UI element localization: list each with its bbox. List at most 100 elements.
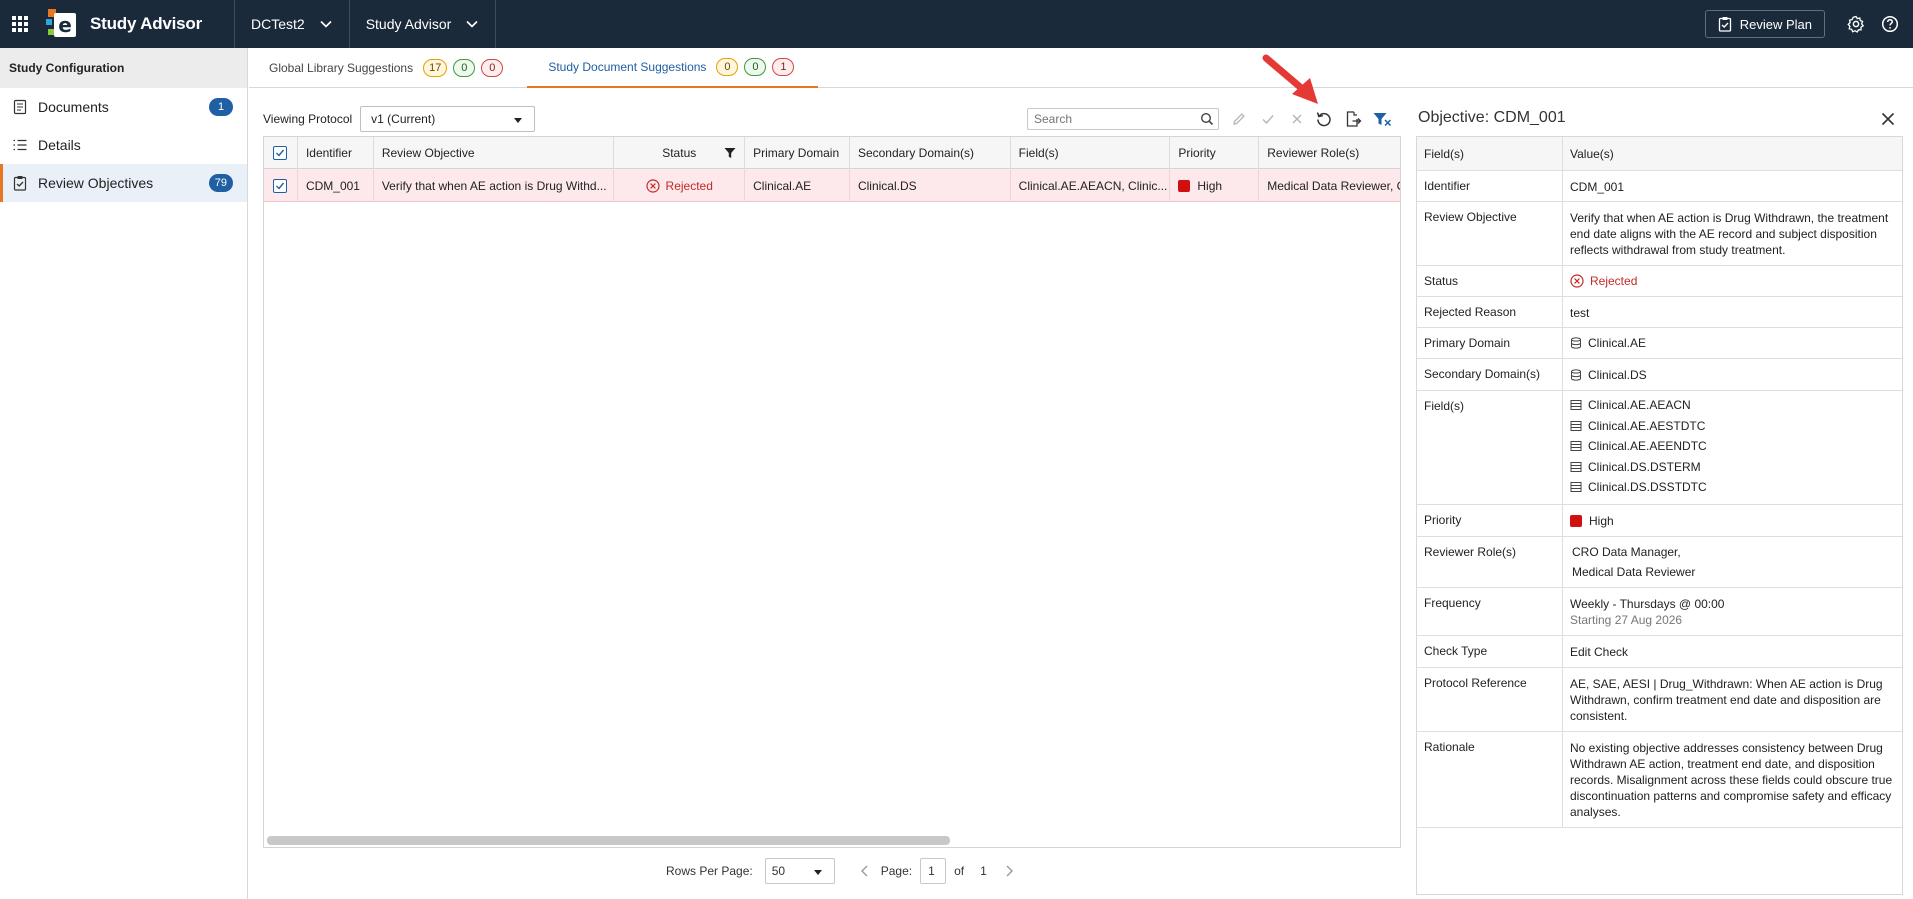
apps-grid-icon[interactable] [0,0,40,48]
column-header-reviewer-roles[interactable]: Reviewer Role(s) [1259,137,1400,169]
table-row[interactable]: CDM_001 Verify that when AE action is Dr… [264,169,1400,202]
previous-page-chevron-icon[interactable] [855,858,875,884]
sidebar-item-review-objectives[interactable]: Review Objectives 79 [0,164,247,202]
pending-count-badge: 17 [423,59,448,77]
clipboard-check-icon [13,176,27,191]
table-icon [1570,441,1582,452]
sidebar: Study Configuration Documents 1 Details … [0,48,248,899]
review-objectives-count-badge: 79 [208,174,233,192]
detail-row-identifier: Identifier CDM_001 [1417,171,1902,202]
detail-key: Frequency [1417,588,1563,635]
rejected-count-badge: 1 [772,58,795,76]
search-icon[interactable] [1200,112,1214,126]
sidebar-item-documents[interactable]: Documents 1 [0,88,247,126]
tab-study-document-suggestions[interactable]: Study Document Suggestions 0 0 1 [527,48,819,88]
detail-row-check-type: Check Type Edit Check [1417,636,1902,668]
field-name: Clinical.DS.DSTERM [1588,459,1701,474]
sidebar-header: Study Configuration [0,48,247,88]
tab-global-library-suggestions[interactable]: Global Library Suggestions 17 0 0 [249,48,527,88]
database-icon [1571,368,1581,381]
column-header-fields[interactable]: Field(s) [1011,137,1171,169]
cell-secondary-domain: Clinical.DS [850,169,1011,202]
table-icon [1570,400,1582,411]
priority-label: High [1197,178,1223,193]
module-dropdown[interactable]: Study Advisor [350,0,496,48]
objectives-grid: Identifier Review Objective Status Prima… [263,136,1401,848]
column-header-priority[interactable]: Priority [1170,137,1260,169]
table-icon [1570,482,1582,493]
detail-key: Identifier [1417,171,1563,201]
cell-reviewer-roles: Medical Data Reviewer, CR [1267,178,1400,193]
accept-check-icon[interactable] [1257,108,1279,130]
rows-per-page-select[interactable]: 50 [764,858,835,884]
cell-review-objective: Verify that when AE action is Drug Withd… [374,169,615,202]
app-logo: e [46,9,76,39]
detail-key: Field(s) [1417,391,1563,504]
priority-high-square-icon [1178,179,1191,192]
detail-value: AE, SAE, AESI | Drug_Withdrawn: When AE … [1570,677,1883,723]
select-all-checkbox[interactable] [273,146,288,160]
column-header-status[interactable]: Status [614,137,746,169]
detail-table: Field(s) Value(s) Identifier CDM_001 Rev… [1416,136,1903,895]
study-dropdown-label: DCTest2 [251,16,305,32]
detail-value: Rejected [1563,266,1902,296]
cell-identifier: CDM_001 [298,169,374,202]
review-plan-button[interactable]: Review Plan [1704,10,1825,38]
detail-key: Status [1417,266,1563,296]
sidebar-item-label: Documents [38,99,109,115]
detail-header-value: Value(s) [1570,146,1614,161]
search-input[interactable] [1034,112,1194,126]
export-file-icon[interactable] [1342,108,1364,130]
sidebar-item-details[interactable]: Details [0,126,247,164]
column-header-status-label: Status [662,146,697,160]
detail-row-status: Status Rejected [1417,266,1902,297]
select-all-checkbox-cell[interactable] [264,137,298,169]
table-icon [1570,420,1582,431]
objective-detail-panel: Objective: CDM_001 Field(s) Value(s) Ide… [1416,100,1903,895]
detail-value: High [1563,505,1902,536]
column-header-secondary-domain[interactable]: Secondary Domain(s) [850,137,1011,169]
column-filter-icon[interactable] [724,147,736,159]
viewing-protocol-select[interactable]: v1 (Current) [360,106,536,132]
frequency-value: Weekly - Thursdays @ 00:00 [1570,597,1725,611]
total-pages: 1 [980,864,987,878]
settings-gear-icon[interactable] [1839,0,1873,48]
viewing-protocol-value: v1 (Current) [371,112,436,126]
app-title: Study Advisor [90,14,203,33]
field-item: Clinical.AE.AESTDTC [1570,416,1895,437]
row-checkbox[interactable] [273,178,288,193]
page-number-input[interactable]: 1 [920,858,947,884]
detail-row-primary-domain: Primary Domain Clinical.AE [1417,328,1902,359]
row-checkbox-cell[interactable] [264,169,298,202]
column-header-primary-domain[interactable]: Primary Domain [745,137,850,169]
study-dropdown[interactable]: DCTest2 [235,0,349,48]
next-page-chevron-icon[interactable] [999,858,1019,884]
sidebar-item-label: Details [38,137,81,153]
undo-reset-icon[interactable] [1313,108,1335,130]
rows-per-page-label: Rows Per Page: [666,864,753,878]
database-icon [1571,337,1581,349]
column-header-identifier[interactable]: Identifier [298,137,374,169]
detail-key: Primary Domain [1417,328,1563,358]
pagination: Rows Per Page: 50 Page: 1 of 1 [666,858,1019,884]
detail-row-rationale: Rationale No existing objective addresse… [1417,732,1902,828]
detail-value: Weekly - Thursdays @ 00:00 Starting 27 A… [1563,588,1902,635]
horizontal-scrollbar[interactable] [267,836,950,845]
detail-row-reviewer-roles: Reviewer Role(s) CRO Data Manager, Medic… [1417,537,1902,588]
field-name: Clinical.AE.AEACN [1588,398,1691,413]
column-header-review-objective[interactable]: Review Objective [374,137,615,169]
cell-status: Rejected [614,169,746,202]
filter-icon[interactable] [1371,108,1393,130]
rows-per-page-value: 50 [771,864,786,878]
module-dropdown-label: Study Advisor [365,16,452,32]
detail-row-fields: Field(s) Clinical.AE.AEACN Clinical.AE.A… [1417,391,1902,505]
help-icon[interactable] [1873,0,1907,48]
reject-x-icon[interactable] [1286,108,1308,130]
detail-row-rejected-reason: Rejected Reason test [1417,297,1902,328]
detail-value: test [1570,306,1590,320]
edit-pencil-icon[interactable] [1228,108,1250,130]
close-icon[interactable] [1879,110,1897,128]
status-label: Rejected [665,178,713,193]
detail-key: Secondary Domain(s) [1417,359,1563,390]
of-label: of [954,864,965,878]
